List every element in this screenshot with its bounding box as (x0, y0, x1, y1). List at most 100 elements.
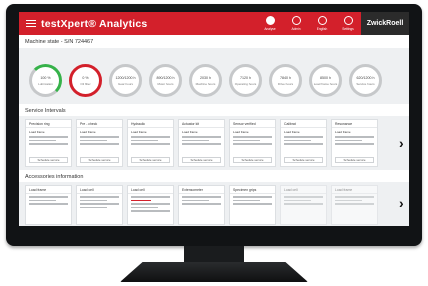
gauge-value: 2030 h (200, 75, 211, 80)
app-title: testXpert® Analytics (41, 17, 148, 30)
text-line (29, 139, 56, 142)
text-line (29, 143, 68, 145)
gauge-label: Oil filter (80, 81, 91, 86)
service-card-row: Precision ring Load frame Schedule servi… (25, 119, 378, 167)
card-title: Sensor verified (230, 120, 275, 128)
text-line (131, 139, 158, 142)
gauge-label: Motor hours (157, 81, 174, 86)
text-line (335, 203, 374, 205)
gauge-value: 620/1200 h (356, 75, 375, 80)
settings-button[interactable]: Settings (339, 14, 357, 31)
gauge-service-hours[interactable]: 620/1200 h Service hours (349, 64, 382, 97)
text-line (80, 139, 107, 142)
schedule-button[interactable]: Schedule service (233, 157, 272, 163)
accessory-card[interactable]: Extensometer (178, 185, 225, 225)
service-card[interactable]: Sensor verified Load frame Schedule serv… (229, 119, 276, 167)
schedule-button[interactable]: Schedule service (335, 157, 374, 163)
gauge-motor-hours[interactable]: 890/1200 h Motor hours (149, 64, 182, 97)
service-card[interactable]: Hydraulic Load frame Schedule service (127, 119, 174, 167)
dashboard-icon (265, 16, 275, 25)
card-title: Load cell (128, 186, 173, 194)
accessory-card-row: Load frame Load cell Load cell Extensome… (25, 185, 378, 225)
settings-label: Settings (342, 27, 354, 31)
service-card[interactable]: Pre - check Load frame Schedule service (76, 119, 123, 167)
text-line (335, 136, 374, 138)
card-title: Precision ring (26, 120, 71, 128)
service-card[interactable]: Actuator kit Load frame Schedule service (178, 119, 225, 167)
card-subtitle: Load frame (335, 130, 351, 134)
gauge-label: Operating hours (234, 81, 257, 86)
gauge-machine-hours[interactable]: 2030 h Machine hours (189, 64, 222, 97)
service-card[interactable]: Calibrat Load frame Schedule service (280, 119, 327, 167)
settings-icon (343, 16, 353, 25)
text-line (233, 196, 272, 198)
text-line (80, 203, 119, 205)
brand-logo: ZwickRoell (361, 12, 409, 35)
service-intervals-title: Service Intervals (25, 108, 66, 114)
admin-label: Admin (291, 27, 301, 31)
text-line (284, 203, 323, 205)
gauge-gear-hours[interactable]: 1200/1200 h Gear hours (109, 64, 142, 97)
gauge-drive-hours[interactable]: 7840 h Drive hours (269, 64, 302, 97)
service-card[interactable]: Resonance Load frame Schedule service (331, 119, 378, 167)
text-line (182, 199, 209, 202)
schedule-button[interactable]: Schedule service (80, 157, 119, 163)
gauge-label: Load frame hours (313, 81, 338, 86)
gauge-load-frame-hours[interactable]: 8500 h Load frame hours (309, 64, 342, 97)
card-title: Load frame (26, 186, 71, 194)
text-line (80, 143, 119, 145)
gauge-label: Lubrication (38, 81, 53, 86)
text-line (284, 196, 323, 198)
language-label: English (316, 27, 328, 31)
card-subtitle: Load frame (29, 130, 45, 134)
card-title: Actuator kit (179, 120, 224, 128)
next-chevron-icon[interactable]: › (399, 196, 407, 210)
accessory-card[interactable]: Load frame (25, 185, 72, 225)
schedule-button[interactable]: Schedule service (131, 157, 170, 163)
schedule-button[interactable]: Schedule service (182, 157, 221, 163)
menu-icon[interactable] (26, 19, 36, 28)
service-card[interactable]: Precision ring Load frame Schedule servi… (25, 119, 72, 167)
analyse-button[interactable]: Analyse (261, 14, 279, 31)
text-line (182, 143, 221, 145)
gauge-value: 0 % (82, 75, 89, 80)
schedule-button[interactable]: Schedule service (284, 157, 323, 163)
text-line (182, 139, 209, 142)
text-line (233, 139, 260, 142)
card-title: Load cell (77, 186, 122, 194)
gauge-operating-hours[interactable]: 7120 h Operating hours (229, 64, 262, 97)
text-line (182, 196, 221, 198)
text-line (335, 199, 362, 202)
language-button[interactable]: English (313, 14, 331, 31)
schedule-button[interactable]: Schedule service (29, 157, 68, 163)
app-screen: testXpert® Analytics Analyse Admin Engli… (19, 12, 409, 226)
text-line (335, 143, 374, 145)
header-actions: Analyse Admin English Settings (261, 14, 357, 31)
card-title: Resonance (332, 120, 377, 128)
monitor-neck (184, 246, 244, 263)
accessory-card[interactable]: Specimen grips (229, 185, 276, 225)
text-line (80, 206, 107, 209)
gauge-lubrication[interactable]: 100 % Lubrication (29, 64, 62, 97)
gauge-label: Gear hours (117, 81, 133, 86)
text-line (182, 136, 221, 138)
warning-line (131, 199, 152, 202)
accessory-card[interactable]: Load frame (331, 185, 378, 225)
product-mockup: { "header": { "app_title": "testXpert® A… (0, 0, 428, 286)
accessory-card[interactable]: Load cell (76, 185, 123, 225)
text-line (284, 136, 323, 138)
text-line (131, 196, 170, 198)
next-chevron-icon[interactable]: › (399, 136, 407, 150)
card-title: Load cell (281, 186, 326, 194)
gauge-oil-filter[interactable]: 0 % Oil filter (69, 64, 102, 97)
admin-button[interactable]: Admin (287, 14, 305, 31)
text-line (335, 139, 362, 142)
card-title: Specimen grips (230, 186, 275, 194)
gauge-label: Service hours (356, 81, 375, 86)
user-icon (291, 16, 301, 25)
accessory-card[interactable]: Load cell (280, 185, 327, 225)
text-line (80, 136, 119, 138)
app-header: testXpert® Analytics Analyse Admin Engli… (19, 12, 409, 35)
text-line (284, 139, 311, 142)
accessory-card[interactable]: Load cell (127, 185, 174, 225)
